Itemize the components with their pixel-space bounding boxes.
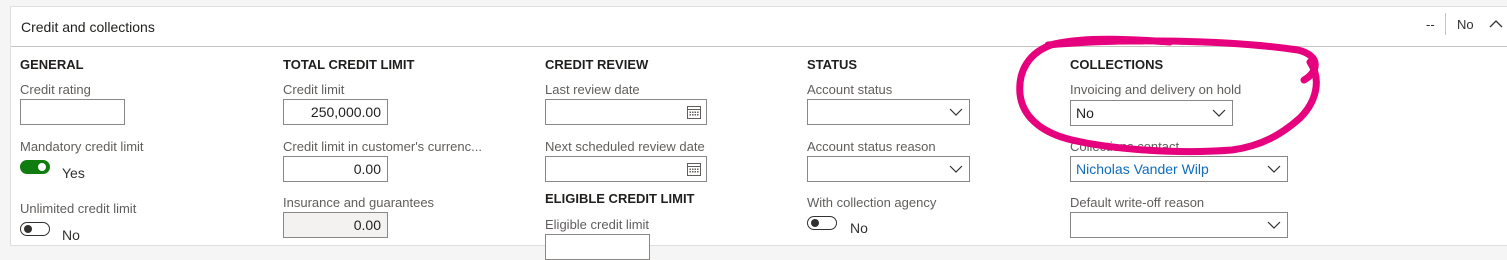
header-summary: -- bbox=[1426, 17, 1435, 32]
chevron-down-icon bbox=[949, 165, 963, 173]
credit-review-section-title: CREDIT REVIEW bbox=[545, 57, 649, 72]
credit-limit-currency-value: 0.00 bbox=[353, 161, 381, 177]
insurance-guarantees-value: 0.00 bbox=[353, 217, 381, 233]
eligible-credit-limit-field[interactable] bbox=[545, 234, 650, 260]
mandatory-credit-limit-value: Yes bbox=[62, 165, 85, 181]
insurance-guarantees-field: 0.00 bbox=[283, 212, 388, 238]
eligible-credit-limit-section-title: ELIGIBLE CREDIT LIMIT bbox=[545, 191, 695, 206]
chevron-down-icon bbox=[1267, 221, 1281, 229]
collection-agency-value: No bbox=[850, 220, 868, 236]
collections-contact-label: Collections contact bbox=[1070, 139, 1180, 154]
chevron-down-icon bbox=[949, 108, 963, 116]
collection-agency-toggle[interactable] bbox=[807, 216, 837, 230]
total-credit-limit-section-title: TOTAL CREDIT LIMIT bbox=[283, 57, 415, 72]
card-header[interactable]: Credit and collections -- No bbox=[11, 7, 1507, 47]
invoicing-hold-label: Invoicing and delivery on hold bbox=[1070, 82, 1242, 97]
credit-rating-field[interactable] bbox=[20, 99, 125, 125]
calendar-icon[interactable] bbox=[686, 104, 702, 120]
default-writeoff-dropdown[interactable] bbox=[1070, 212, 1288, 238]
general-section-title: GENERAL bbox=[20, 57, 84, 72]
credit-rating-label: Credit rating bbox=[20, 82, 91, 97]
unlimited-credit-limit-label: Unlimited credit limit bbox=[20, 201, 137, 216]
status-section-title: STATUS bbox=[807, 57, 858, 72]
collections-section-title: COLLECTIONS bbox=[1070, 57, 1164, 72]
invoicing-hold-value: No bbox=[1076, 105, 1094, 121]
account-status-label: Account status bbox=[807, 82, 893, 97]
collection-agency-label: With collection agency bbox=[807, 195, 937, 210]
account-status-reason-label: Account status reason bbox=[807, 139, 936, 154]
chevron-down-icon bbox=[1212, 109, 1226, 117]
credit-limit-label: Credit limit bbox=[283, 82, 345, 97]
account-status-reason-dropdown[interactable] bbox=[807, 156, 970, 182]
invoicing-hold-dropdown[interactable]: No bbox=[1070, 100, 1233, 126]
header-divider bbox=[1445, 13, 1446, 35]
credit-limit-currency-label: Credit limit in customer's currenc... bbox=[283, 139, 482, 154]
default-writeoff-label: Default write-off reason bbox=[1070, 195, 1205, 210]
eligible-credit-limit-label: Eligible credit limit bbox=[545, 217, 650, 232]
collections-contact-value[interactable]: Nicholas Vander Wilp bbox=[1076, 161, 1209, 177]
calendar-icon[interactable] bbox=[686, 161, 702, 177]
credit-limit-field[interactable]: 250,000.00 bbox=[283, 99, 388, 125]
chevron-up-icon[interactable] bbox=[1488, 16, 1504, 32]
insurance-guarantees-label: Insurance and guarantees bbox=[283, 195, 435, 210]
account-status-dropdown[interactable] bbox=[807, 99, 970, 125]
card-title: Credit and collections bbox=[21, 19, 155, 35]
credit-limit-value: 250,000.00 bbox=[310, 104, 381, 120]
header-summary-value: No bbox=[1457, 17, 1474, 32]
unlimited-credit-limit-toggle[interactable] bbox=[20, 222, 50, 236]
last-review-date-label: Last review date bbox=[545, 82, 640, 97]
last-review-date-field[interactable] bbox=[545, 99, 707, 125]
next-review-date-label: Next scheduled review date bbox=[545, 139, 705, 154]
mandatory-credit-limit-label: Mandatory credit limit bbox=[20, 139, 144, 154]
mandatory-credit-limit-toggle[interactable] bbox=[20, 160, 50, 174]
chevron-down-icon bbox=[1267, 165, 1281, 173]
credit-collections-card: Credit and collections -- No bbox=[10, 6, 1507, 246]
collections-contact-dropdown[interactable]: Nicholas Vander Wilp bbox=[1070, 156, 1288, 182]
credit-limit-currency-field[interactable]: 0.00 bbox=[283, 156, 388, 182]
next-review-date-field[interactable] bbox=[545, 156, 707, 182]
